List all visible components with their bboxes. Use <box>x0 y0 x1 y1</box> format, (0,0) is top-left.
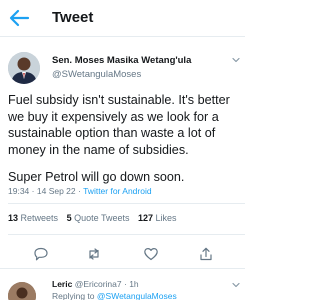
meta-separator: · <box>31 186 35 196</box>
page-title: Tweet <box>52 9 94 26</box>
tweet-text: Fuel subsidy isn't sustainable. It's bet… <box>8 92 244 186</box>
tweet-paragraph: Fuel subsidy isn't sustainable. It's bet… <box>8 93 230 158</box>
divider <box>8 203 245 204</box>
reply-author-name[interactable]: Leric <box>52 279 72 289</box>
quotes-count: 5 <box>66 213 72 223</box>
header-divider <box>0 36 245 37</box>
tweet-meta: 19:34 · 14 Sep 22 · Twitter for Android <box>8 186 152 196</box>
likes-label: Likes <box>155 213 177 223</box>
retweets-stat[interactable]: 13 Retweets <box>8 213 58 223</box>
author-handle[interactable]: @SWetangulaMoses <box>52 69 141 80</box>
reply-author-handle[interactable]: @Ericorina7 <box>75 279 122 289</box>
tweet-stats: 13 Retweets 5 Quote Tweets 127 Likes <box>8 213 177 223</box>
heart-icon[interactable] <box>143 246 159 262</box>
likes-stat[interactable]: 127 Likes <box>138 213 177 223</box>
retweets-count: 13 <box>8 213 19 223</box>
tweet-actions <box>0 241 245 267</box>
reply-header: Leric @Ericorina7 · 1h <box>52 279 139 289</box>
replying-to-prefix: Replying to <box>52 291 95 300</box>
likes-count: 127 <box>138 213 154 223</box>
divider <box>0 268 245 269</box>
reply-avatar[interactable] <box>8 282 36 300</box>
retweets-label: Retweets <box>20 213 59 223</box>
avatar-image <box>8 282 36 300</box>
replying-to: Replying to @SWetangulaMoses <box>52 291 177 300</box>
tweet-source-link[interactable]: Twitter for Android <box>83 186 152 196</box>
author-name[interactable]: Sen. Moses Masika Wetang'ula <box>52 55 191 66</box>
quotes-stat[interactable]: 5 Quote Tweets <box>67 213 130 223</box>
replying-to-mention[interactable]: @SWetangulaMoses <box>97 291 177 300</box>
meta-separator: · <box>123 279 127 289</box>
quotes-label: Quote Tweets <box>74 213 130 223</box>
arrow-left-icon[interactable] <box>8 8 30 28</box>
chevron-down-icon[interactable] <box>232 56 240 64</box>
divider <box>8 234 245 235</box>
top-bar: Tweet <box>0 0 245 36</box>
tweet-date: 14 Sep 22 <box>36 186 76 196</box>
reply-time: 1h <box>129 279 139 289</box>
meta-separator: · <box>78 186 81 196</box>
author-avatar[interactable] <box>8 52 40 84</box>
avatar-image <box>8 52 40 84</box>
retweet-icon[interactable] <box>86 246 102 262</box>
chevron-down-icon[interactable] <box>232 281 240 289</box>
tweet-detail-screen: Tweet Sen. Moses Masika Wetang'ula @SWet… <box>0 0 245 300</box>
share-icon[interactable] <box>198 246 214 262</box>
tweet-time: 19:34 <box>8 186 30 196</box>
tweet-paragraph: Super Petrol will go down soon. <box>8 169 185 184</box>
comment-icon[interactable] <box>33 246 49 262</box>
